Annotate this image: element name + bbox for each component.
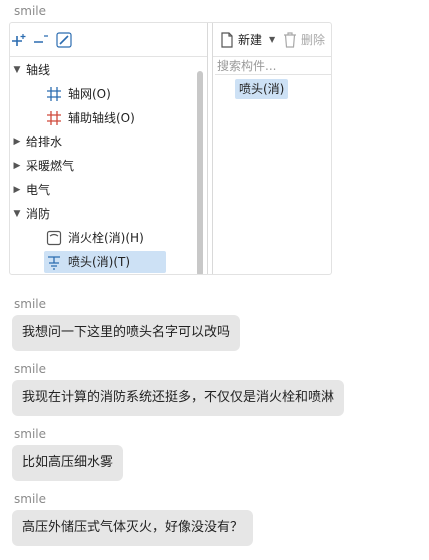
grid-icon bbox=[47, 87, 61, 101]
collapsed-caret-icon[interactable]: ▶ bbox=[12, 131, 22, 153]
component-search-input[interactable] bbox=[215, 57, 331, 75]
add-icon[interactable] bbox=[12, 32, 28, 48]
chevron-down-icon[interactable]: ▼ bbox=[269, 31, 275, 49]
new-file-icon bbox=[221, 32, 233, 48]
expanded-caret-icon[interactable]: ▼ bbox=[12, 59, 22, 81]
message-bubble: 我现在计算的消防系统还挺多，不仅仅是消火栓和喷淋 bbox=[12, 380, 345, 416]
edit-icon[interactable] bbox=[56, 32, 72, 48]
tree-pane: ▼ 轴线 轴网(O) 辅助轴线(O) ▶ 给排水 ▶ 采暖燃气 ▶ 电气 ▼ 消… bbox=[10, 23, 208, 274]
message-bubble: 比如高压细水雾 bbox=[12, 445, 124, 481]
tree-toolbar bbox=[10, 23, 207, 57]
component-pane: 新建 ▼ 删除 喷头(消) bbox=[212, 23, 331, 274]
component-toolbar: 新建 ▼ 删除 bbox=[213, 23, 331, 57]
message-bubble: 高压外储压式气体灭火，好像没没有？ bbox=[12, 510, 254, 546]
trash-icon bbox=[284, 32, 296, 48]
remove-icon[interactable] bbox=[34, 32, 50, 48]
message-bubble: 我想问一下这里的喷头名字可以改吗 bbox=[12, 315, 241, 351]
component-item-sprinkler[interactable]: 喷头(消) bbox=[235, 79, 289, 99]
message-sender: smile bbox=[14, 492, 46, 506]
sprinkler-icon bbox=[48, 256, 60, 270]
collapsed-caret-icon[interactable]: ▶ bbox=[12, 155, 22, 177]
grid-icon bbox=[47, 111, 61, 125]
embedded-screenshot[interactable]: ▼ 轴线 轴网(O) 辅助轴线(O) ▶ 给排水 ▶ 采暖燃气 ▶ 电气 ▼ 消… bbox=[9, 22, 332, 275]
message-sender: smile bbox=[14, 427, 46, 441]
collapsed-caret-icon[interactable]: ▶ bbox=[12, 179, 22, 201]
message-sender: smile bbox=[14, 4, 46, 18]
message-sender: smile bbox=[14, 362, 46, 376]
hydrant-icon bbox=[46, 230, 62, 246]
expanded-caret-icon[interactable]: ▼ bbox=[12, 203, 22, 225]
tree-scrollbar[interactable] bbox=[197, 71, 203, 274]
message-sender: smile bbox=[14, 297, 46, 311]
